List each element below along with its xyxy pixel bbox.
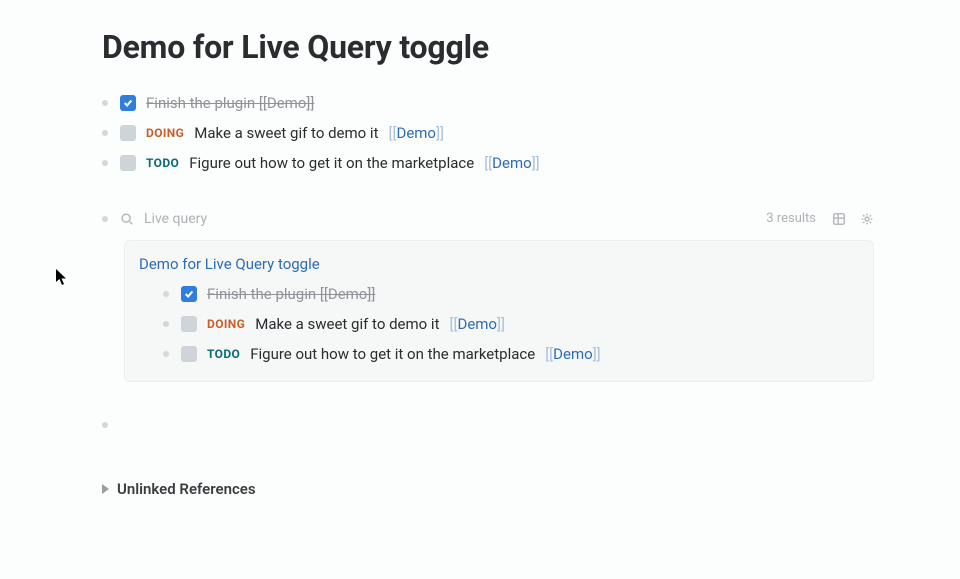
search-icon [120,212,134,226]
gear-icon[interactable] [860,212,874,226]
bullet-icon [102,216,108,222]
task-row[interactable]: DOING Make a sweet gif to demo it [[Demo… [102,118,874,148]
task-row[interactable]: Finish the plugin [[Demo]] [163,279,859,309]
page-ref-link[interactable]: [[Demo]] [259,94,314,112]
live-query-block[interactable]: Live query 3 results [102,204,874,234]
checkbox-open-icon[interactable] [181,316,197,332]
task-row[interactable]: TODO Figure out how to get it on the mar… [163,339,859,369]
page-ref-link[interactable]: [[Demo]] [320,285,375,303]
bullet-icon [102,130,108,136]
page-ref-link[interactable]: [[Demo]] [389,122,444,144]
page-ref-link[interactable]: [[Demo]] [484,152,539,174]
page-title: Demo for Live Query toggle [102,28,874,66]
status-badge: TODO [146,152,179,174]
task-text: Make a sweet gif to demo it [255,313,439,335]
status-badge: DOING [207,313,245,335]
status-badge: DOING [146,122,184,144]
bullet-icon [102,160,108,166]
unlinked-references-label: Unlinked References [117,480,256,498]
empty-block[interactable] [102,418,874,432]
task-row[interactable]: Finish the plugin [[Demo]] [102,88,874,118]
trailing-blocks [102,418,874,432]
page-ref-link[interactable]: [[Demo]] [450,313,505,335]
bullet-icon [163,351,169,357]
checkbox-open-icon[interactable] [120,125,136,141]
task-row[interactable]: DOING Make a sweet gif to demo it [[Demo… [163,309,859,339]
result-page-link[interactable]: Demo for Live Query toggle [139,255,859,273]
bullet-icon [163,321,169,327]
results-count: 3 results [766,208,816,230]
task-text: Make a sweet gif to demo it [194,122,378,144]
unlinked-references-toggle[interactable]: Unlinked References [102,480,874,498]
result-task-list: Finish the plugin [[Demo]] DOING Make a … [163,279,859,369]
checkbox-open-icon[interactable] [120,155,136,171]
bullet-icon [102,100,108,106]
page-ref-link[interactable]: [[Demo]] [545,343,600,365]
task-text: Figure out how to get it on the marketpl… [189,152,474,174]
query-results-panel: Demo for Live Query toggle Finish the pl… [124,240,874,382]
task-text: Finish the plugin [[Demo]] [146,92,314,114]
table-icon[interactable] [832,212,846,226]
bullet-icon [163,291,169,297]
chevron-right-icon [102,484,109,494]
task-list: Finish the plugin [[Demo]] DOING Make a … [102,88,874,234]
task-text: Figure out how to get it on the marketpl… [250,343,535,365]
bullet-icon [102,422,108,428]
task-row[interactable]: TODO Figure out how to get it on the mar… [102,148,874,178]
status-badge: TODO [207,343,240,365]
checkbox-done-icon[interactable] [181,286,197,302]
checkbox-open-icon[interactable] [181,346,197,362]
query-label: Live query [144,208,207,230]
checkbox-done-icon[interactable] [120,95,136,111]
task-text: Finish the plugin [[Demo]] [207,283,375,305]
